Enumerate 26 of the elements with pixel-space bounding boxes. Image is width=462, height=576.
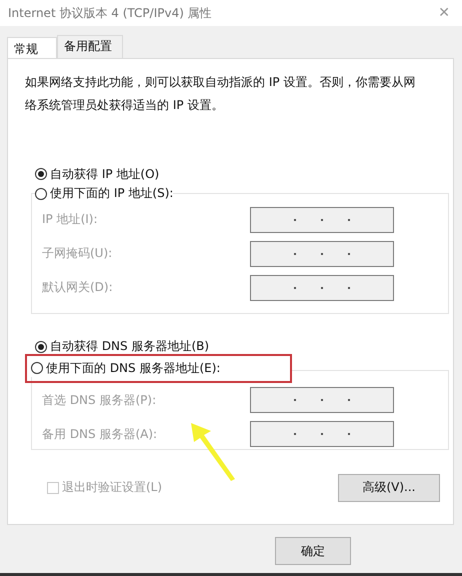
- ip-address-field[interactable]: [250, 206, 394, 232]
- tab[interactable]: 备用配置: [57, 35, 123, 58]
- checkbox-label: 退出时验证设置(L): [62, 479, 162, 496]
- ok-button[interactable]: 确定: [275, 537, 351, 565]
- ip-address-field[interactable]: [250, 421, 394, 447]
- radio-button[interactable]: [35, 188, 47, 200]
- radio-button[interactable]: [35, 340, 47, 352]
- tab[interactable]: 常规: [7, 37, 57, 58]
- radio-label: 使用下面的 DNS 服务器地址(E):: [46, 360, 220, 376]
- radio-label: 自动获得 DNS 服务器地址(B): [50, 338, 210, 355]
- arrow-icon: [189, 421, 237, 481]
- window-title: Internet 协议版本 4 (TCP/IPv4) 属性: [8, 4, 212, 22]
- description-text: 如果网络支持此功能，则可以获取自动指派的 IP 设置。否则，你需要从网络系统管理员处获得适当的 IP 设置。: [25, 74, 416, 114]
- radio-button[interactable]: [35, 168, 47, 180]
- field-label: 默认网关(D):: [42, 279, 114, 296]
- ip-address-field[interactable]: [250, 387, 394, 413]
- radio-button[interactable]: [31, 362, 43, 374]
- field-label: 首选 DNS 服务器(P):: [42, 392, 158, 408]
- radio-label: 使用下面的 IP 地址(S):: [50, 185, 174, 202]
- ip-address-field[interactable]: [250, 240, 394, 266]
- radio-label: 自动获得 IP 地址(O): [50, 166, 160, 182]
- ip-address-field[interactable]: [250, 274, 394, 300]
- advanced-button[interactable]: 高级(V)...: [338, 474, 440, 502]
- field-label: IP 地址(I):: [42, 211, 99, 228]
- field-label: 备用 DNS 服务器(A):: [42, 426, 158, 442]
- field-label: 子网掩码(U):: [42, 245, 114, 262]
